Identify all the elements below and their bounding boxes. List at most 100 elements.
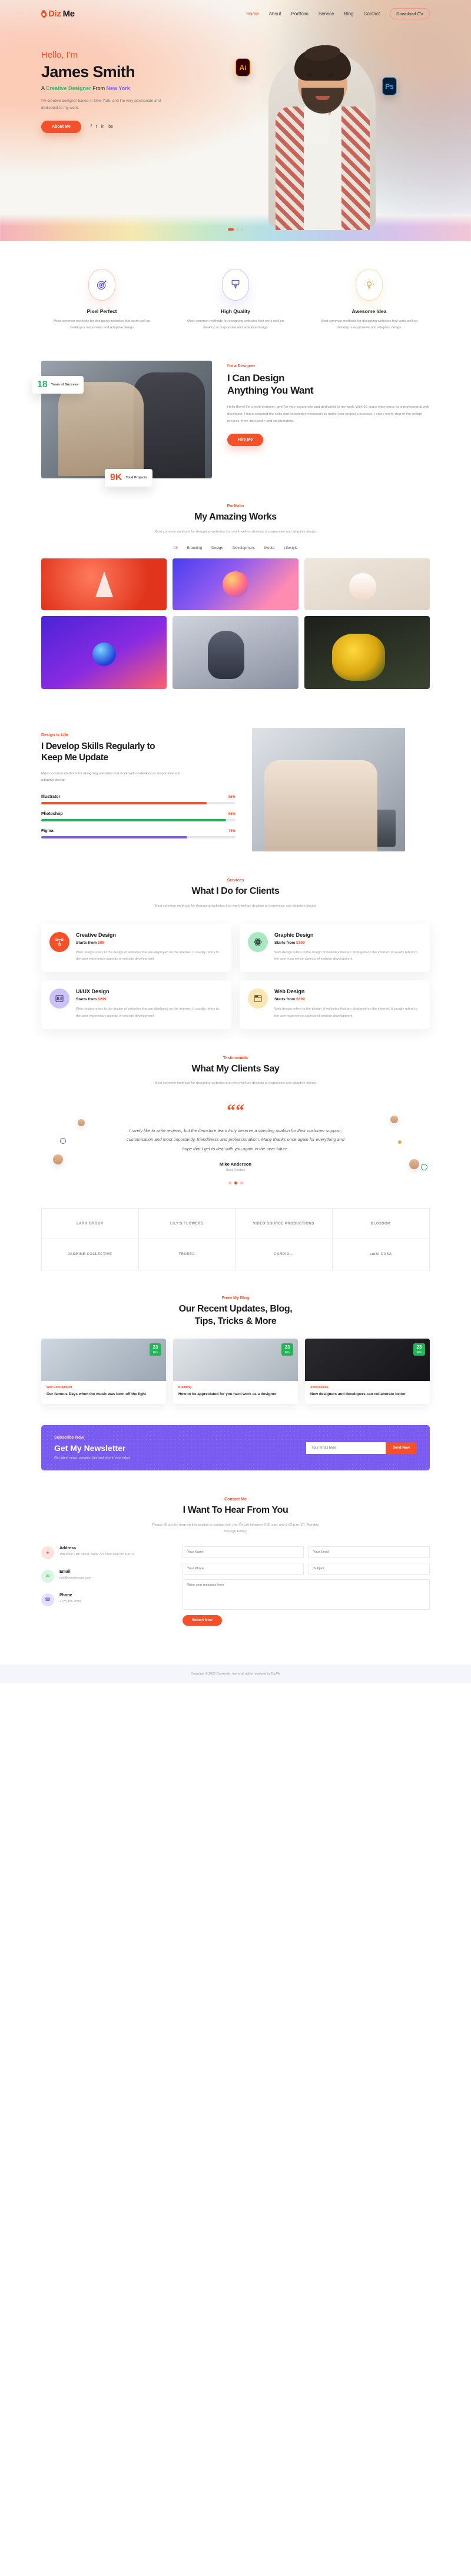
feature-card: High Quality Most common methods for des… (175, 269, 296, 331)
post-thumbnail: 23 Dec (41, 1338, 166, 1381)
blog-post-card[interactable]: 23 Dec Web Development Our famous Days w… (41, 1338, 166, 1405)
name-field[interactable] (183, 1546, 304, 1558)
post-category[interactable]: Web Development (47, 1386, 161, 1389)
email-field[interactable] (309, 1546, 430, 1558)
stat-label: Total Projects (125, 475, 148, 480)
submit-button[interactable]: Submit Now (183, 1615, 222, 1626)
filter-development[interactable]: Development (233, 546, 255, 550)
target-icon (89, 269, 115, 300)
hire-me-button[interactable]: Hire Me (227, 434, 264, 447)
nav-item-service[interactable]: Service (319, 11, 334, 16)
portfolio-item[interactable] (41, 558, 167, 611)
download-cv-button[interactable]: Download CV (390, 8, 430, 19)
features-container: Pixel Perfect Most common methods for de… (32, 241, 430, 1649)
testimonial-author: Mike Anderson (219, 1161, 252, 1167)
slider-dot-1[interactable] (228, 228, 234, 231)
contact-info-label: Phone (59, 1593, 72, 1597)
hero-slider-dots[interactable] (228, 228, 243, 231)
message-field[interactable] (183, 1579, 430, 1610)
skill-track (41, 836, 236, 839)
contact-info-email: ✉ Email info@yourdomain.com (41, 1569, 165, 1583)
brand-logo: BLOSSOM (332, 1209, 429, 1240)
slider-dot-2[interactable] (236, 228, 238, 231)
testimonial-quote: I rarely like to write reviews, but the … (127, 1127, 344, 1151)
feature-card: Pixel Perfect Most common methods for de… (41, 269, 162, 331)
service-price-row: Starts from $399 (274, 997, 422, 1001)
envelope-icon: ✉ (41, 1569, 54, 1583)
pager-dot-1[interactable] (228, 1182, 231, 1185)
portfolio-item[interactable] (173, 558, 298, 611)
decor-ring (421, 1163, 427, 1170)
about-me-button[interactable]: About Me (41, 121, 81, 134)
subject-field[interactable] (309, 1562, 430, 1575)
brand-logo: suthi CASA (369, 1253, 392, 1257)
newsletter-email-input[interactable] (306, 1442, 386, 1454)
about-title-line1: I Can Design (227, 372, 284, 384)
id-card-icon (49, 989, 69, 1009)
post-date-day: 23 (284, 1344, 290, 1350)
contact-info-text: Address 198 West 21th Street, Suite 721 … (59, 1546, 134, 1557)
nav-item-contact[interactable]: Contact (364, 11, 380, 16)
service-card-web-design[interactable]: Web Design Starts from $399 Web design r… (240, 980, 430, 1029)
skills-text-block: Design is Life I Develop Skills Regularl… (41, 733, 236, 846)
skill-bar-illustrator: Illustrator 85% (41, 795, 236, 805)
filter-lifestyle[interactable]: Lifestyle (284, 546, 297, 550)
testimonial-pager[interactable] (41, 1182, 430, 1185)
testimonials-section: Testimonials What My Clients Say Most co… (41, 1056, 430, 1209)
testimonials-eyebrow: Testimonials (223, 1056, 248, 1060)
brand-logo: VIDEO SOURCE PRODUCTIONS (236, 1209, 333, 1240)
service-card-graphic-design[interactable]: Graphic Design Starts from $199 Web desi… (240, 924, 430, 973)
skill-bar-photoshop: Photoshop 95% (41, 812, 236, 822)
service-card-uiux-design[interactable]: UI/UX Design Starts from $299 Web design… (41, 980, 231, 1029)
contact-info-text: Email info@yourdomain.com (59, 1570, 91, 1581)
node-path-icon (49, 932, 69, 953)
filter-media[interactable]: Media (264, 546, 274, 550)
service-title: Web Design (274, 989, 305, 995)
portrait-eye-left (306, 74, 312, 76)
about-description: Hello there! I'm a web designer, and I'm… (227, 405, 430, 424)
facebook-icon[interactable]: f (91, 125, 92, 129)
nav-item-blog[interactable]: Blog (344, 11, 354, 16)
linkedin-icon[interactable]: in (101, 125, 104, 129)
filter-design[interactable]: Design (211, 546, 223, 550)
service-card-creative-design[interactable]: Creative Design Starts from $99 Web desi… (41, 924, 231, 973)
contact-info-value[interactable]: info@yourdomain.com (59, 1576, 91, 1581)
price-label: Starts from (76, 941, 97, 946)
phone-field[interactable] (183, 1562, 304, 1575)
pager-dot-3[interactable] (240, 1182, 243, 1185)
post-category[interactable]: Branding (178, 1386, 293, 1389)
skill-bar-figma: Figma 75% (41, 829, 236, 839)
contact-info-value[interactable]: +123 456 7890 (59, 1599, 81, 1605)
filter-all[interactable]: All (173, 546, 177, 550)
about-eyebrow: I'm a Designer (227, 364, 256, 368)
avatar (78, 1119, 85, 1126)
pager-dot-2[interactable] (234, 1182, 237, 1185)
slider-dot-3[interactable] (241, 228, 243, 231)
post-title[interactable]: New designers and developers can collabo… (310, 1392, 424, 1397)
newsletter-send-button[interactable]: Send Now (385, 1442, 417, 1454)
portfolio-item[interactable] (173, 616, 298, 690)
portfolio-grid (41, 558, 430, 713)
twitter-icon[interactable]: t (96, 125, 97, 129)
blog-title: Our Recent Updates, Blog, Tips, Tricks &… (41, 1303, 430, 1328)
portfolio-item[interactable] (41, 616, 167, 690)
feature-card: Awesome Idea Most common methods for des… (309, 269, 430, 331)
newsletter-eyebrow: Subscribe Now (54, 1436, 84, 1440)
hero-description: I'm creative designer based in New York,… (41, 99, 161, 111)
post-title[interactable]: Our famous Days when the music was born … (47, 1392, 161, 1397)
brand-logo: LILY'S FLOWERS (138, 1209, 236, 1240)
behance-icon[interactable]: be (108, 125, 113, 129)
portfolio-item[interactable] (304, 558, 430, 611)
portfolio-item[interactable] (304, 616, 430, 690)
nav-item-portfolio[interactable]: Portfolio (291, 11, 309, 16)
filter-branding[interactable]: Branding (187, 546, 203, 550)
nav-item-about[interactable]: About (269, 11, 281, 16)
price-value: $399 (296, 997, 305, 1002)
blog-post-card[interactable]: 23 Dec Accessibility New designers and d… (305, 1338, 430, 1405)
logo[interactable]: Diz Me (41, 9, 75, 19)
feature-desc: Most common methods for designing websit… (54, 319, 150, 330)
post-title[interactable]: How to be appreciated for you hard work … (178, 1392, 293, 1397)
blog-post-card[interactable]: 23 Dec Branding How to be appreciated fo… (173, 1338, 298, 1405)
post-category[interactable]: Accessibility (310, 1386, 424, 1389)
nav-item-home[interactable]: Home (246, 11, 258, 16)
